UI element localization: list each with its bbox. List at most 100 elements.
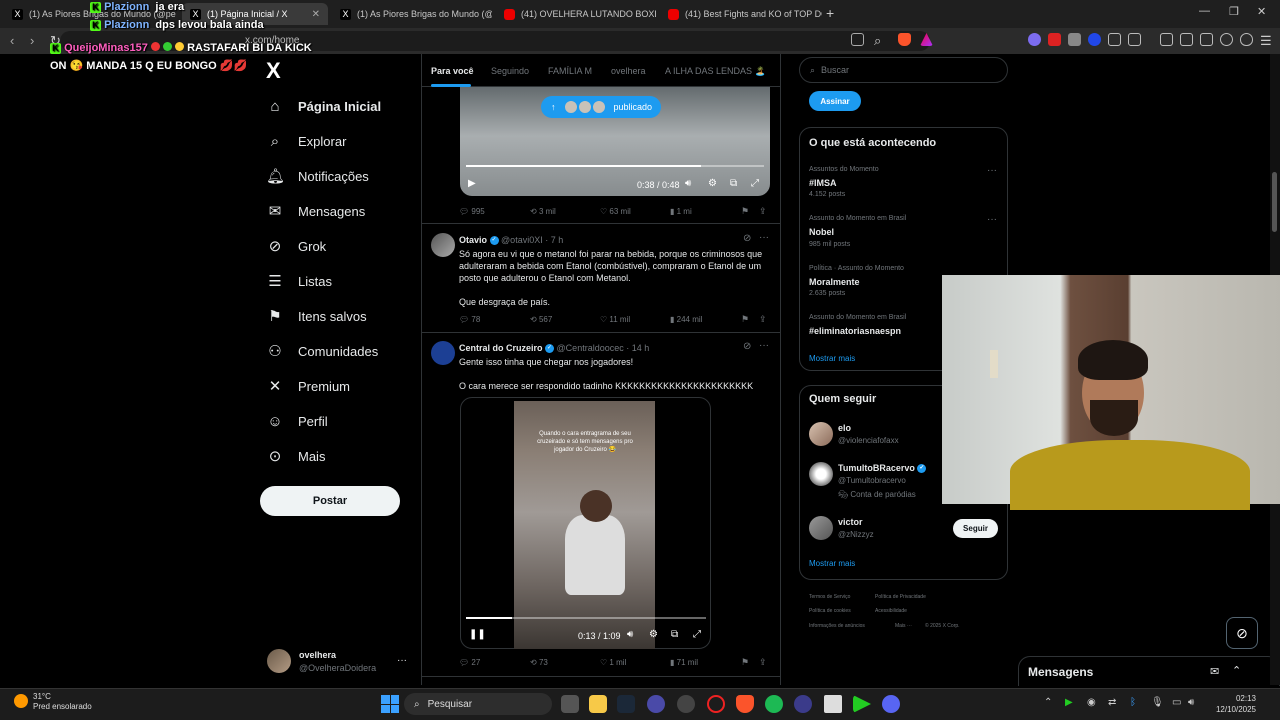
repost-button[interactable]: ⟲ 567 xyxy=(530,315,552,324)
search-input[interactable]: ⌕ Buscar xyxy=(799,57,1008,83)
trend-item[interactable]: #eliminatoriasnaespn xyxy=(809,326,901,336)
tab-following[interactable]: Seguindo xyxy=(491,66,529,76)
bookmark-icon[interactable]: ⚑ xyxy=(741,657,749,668)
sidebar-item-profile[interactable]: ☺ Perfil xyxy=(266,406,327,436)
footer-link[interactable]: Mais ··· xyxy=(895,623,912,629)
tab-for-you[interactable]: Para você xyxy=(431,66,474,76)
expand-icon[interactable]: ⌃ xyxy=(1232,664,1241,677)
follow-suggestion-handle[interactable]: @zNizzyz xyxy=(838,530,874,539)
views-button[interactable]: ▮ 1 mi xyxy=(670,207,692,216)
follow-suggestion-handle[interactable]: @Tumultobracervo xyxy=(838,476,906,485)
sidebar-item-explore[interactable]: ⌕ Explorar xyxy=(266,126,347,156)
weather-widget[interactable]: 31°C Pred ensolarado xyxy=(33,692,92,712)
follow-suggestion-name[interactable]: TumultoBRacervo ✓ xyxy=(838,463,927,474)
fullscreen-icon[interactable]: ⤢ xyxy=(751,178,759,189)
footer-link[interactable]: Termos de Serviço xyxy=(809,594,850,600)
account-avatar[interactable] xyxy=(267,649,291,673)
tab-search-icon[interactable] xyxy=(1128,33,1141,46)
share-icon[interactable]: ⇪ xyxy=(759,657,767,668)
minimize-icon[interactable]: — xyxy=(1199,5,1210,17)
wallet-icon[interactable] xyxy=(1200,33,1213,46)
extension-icon[interactable] xyxy=(1028,33,1041,46)
network-icon[interactable]: ▭ xyxy=(1172,697,1181,708)
subscribe-button[interactable]: Assinar xyxy=(809,91,861,111)
account-handle[interactable]: @OvelheraDoidera xyxy=(299,663,376,673)
sidebar-item-more[interactable]: ⊙ Mais xyxy=(266,441,326,471)
browser-tab[interactable]: X (1) As Piores Brigas do Mundo (@pe xyxy=(332,3,492,25)
extension-icon[interactable] xyxy=(1068,33,1081,46)
close-tab-icon[interactable]: ✕ xyxy=(312,9,320,20)
clock[interactable]: 02:13 12/10/2025 xyxy=(1196,693,1256,715)
sidebar-toggle-icon[interactable] xyxy=(1180,33,1193,46)
pause-icon[interactable]: ❚❚ xyxy=(469,629,486,640)
more-icon[interactable]: ··· xyxy=(987,165,997,176)
file-explorer-icon[interactable] xyxy=(589,695,607,713)
maximize-icon[interactable]: ❐ xyxy=(1229,5,1239,18)
chevron-up-icon[interactable]: ⌃ xyxy=(1044,697,1052,708)
settings-icon[interactable]: ⚙ xyxy=(649,629,658,640)
bookmark-icon[interactable]: ⚑ xyxy=(741,206,749,217)
sidebar-item-messages[interactable]: ✉ Mensagens xyxy=(266,196,366,226)
sidebar-item-premium[interactable]: ✕ Premium xyxy=(266,371,350,401)
ai-icon[interactable] xyxy=(1220,33,1233,46)
show-more-link[interactable]: Mostrar mais xyxy=(809,559,855,568)
app-icon[interactable] xyxy=(794,695,812,713)
steam-icon[interactable] xyxy=(617,695,635,713)
tab-familia[interactable]: FAMÍLIA M xyxy=(548,66,592,76)
like-button[interactable]: ♡ 11 mil xyxy=(600,315,630,324)
back-icon[interactable]: ‹ xyxy=(10,33,14,48)
bookmark-icon[interactable]: ⚑ xyxy=(741,314,749,325)
cast-icon[interactable] xyxy=(851,33,864,46)
share-icon[interactable]: ⇪ xyxy=(759,206,767,217)
browser-tab[interactable]: (41) Best Fights and KO of TOP DOG xyxy=(660,3,822,25)
video-progress[interactable] xyxy=(466,617,706,619)
document-icon[interactable] xyxy=(824,695,842,713)
follow-suggestion-name[interactable]: elo xyxy=(838,423,851,433)
bluetooth-icon[interactable]: ᛒ xyxy=(1130,697,1136,708)
new-tab-button[interactable]: + xyxy=(826,5,834,21)
follow-suggestion-handle[interactable]: @violenciafofaxx xyxy=(838,436,899,445)
repost-button[interactable]: ⟲ 73 xyxy=(530,658,548,667)
opera-icon[interactable] xyxy=(707,695,725,713)
sidebar-item-lists[interactable]: ☰ Listas xyxy=(266,266,332,296)
discord-icon[interactable] xyxy=(882,695,900,713)
new-posts-pill[interactable]: ↑ publicado xyxy=(541,96,661,118)
follow-button[interactable]: Seguir xyxy=(953,519,998,538)
forward-icon[interactable]: › xyxy=(30,33,34,48)
trend-item[interactable]: #IMSA xyxy=(809,178,837,188)
trend-item[interactable]: Nobel xyxy=(809,227,834,237)
share-icon[interactable]: ⇪ xyxy=(759,314,767,325)
show-more-link[interactable]: Mostrar mais xyxy=(809,354,855,363)
messages-drawer-title[interactable]: Mensagens xyxy=(1028,665,1093,679)
account-name[interactable]: ovelhera xyxy=(299,650,336,660)
more-icon[interactable]: ··· xyxy=(759,232,769,243)
reply-button[interactable]: 💬︎ 995 xyxy=(459,207,485,216)
reply-button[interactable]: 💬︎ 78 xyxy=(459,315,480,324)
grok-explain-icon[interactable]: ⊘ xyxy=(743,341,751,352)
footer-link[interactable]: Política de Privacidade xyxy=(875,594,926,600)
brave-shield-icon[interactable] xyxy=(898,33,911,46)
extension-icon[interactable] xyxy=(1048,33,1061,46)
close-window-icon[interactable]: ✕ xyxy=(1257,5,1266,18)
repost-button[interactable]: ⟲ 3 mil xyxy=(530,207,556,216)
taskbar-search[interactable]: ⌕ Pesquisar xyxy=(404,693,552,715)
tray-app-icon[interactable]: ◉ xyxy=(1087,697,1096,708)
extension-icon[interactable] xyxy=(1088,33,1101,46)
volume-icon[interactable]: 🔊︎ xyxy=(627,629,633,640)
post-button[interactable]: Postar xyxy=(260,486,400,516)
app-icon[interactable] xyxy=(647,695,665,713)
browser-tab[interactable]: (41) OVELHERA LUTANDO BOXE KKKK xyxy=(496,3,656,25)
zoom-icon[interactable]: ⌕ xyxy=(874,33,881,49)
spotify-icon[interactable] xyxy=(765,695,783,713)
new-message-icon[interactable]: ✉ xyxy=(1210,665,1219,678)
sidebar-item-notifications[interactable]: 🔔︎ Notificações xyxy=(266,161,369,191)
footer-link[interactable]: Informações de anúncios xyxy=(809,623,865,629)
more-icon[interactable]: ··· xyxy=(987,214,997,225)
avatar[interactable] xyxy=(431,341,455,365)
reply-button[interactable]: 💬︎ 27 xyxy=(459,658,480,667)
sidebar-item-bookmarks[interactable]: ⚑ Itens salvos xyxy=(266,301,366,331)
fullscreen-icon[interactable]: ⤢ xyxy=(693,629,701,640)
follow-suggestion-name[interactable]: victor xyxy=(838,517,863,527)
app-icon[interactable] xyxy=(677,695,695,713)
volume-icon[interactable]: 🔊︎ xyxy=(685,178,691,189)
